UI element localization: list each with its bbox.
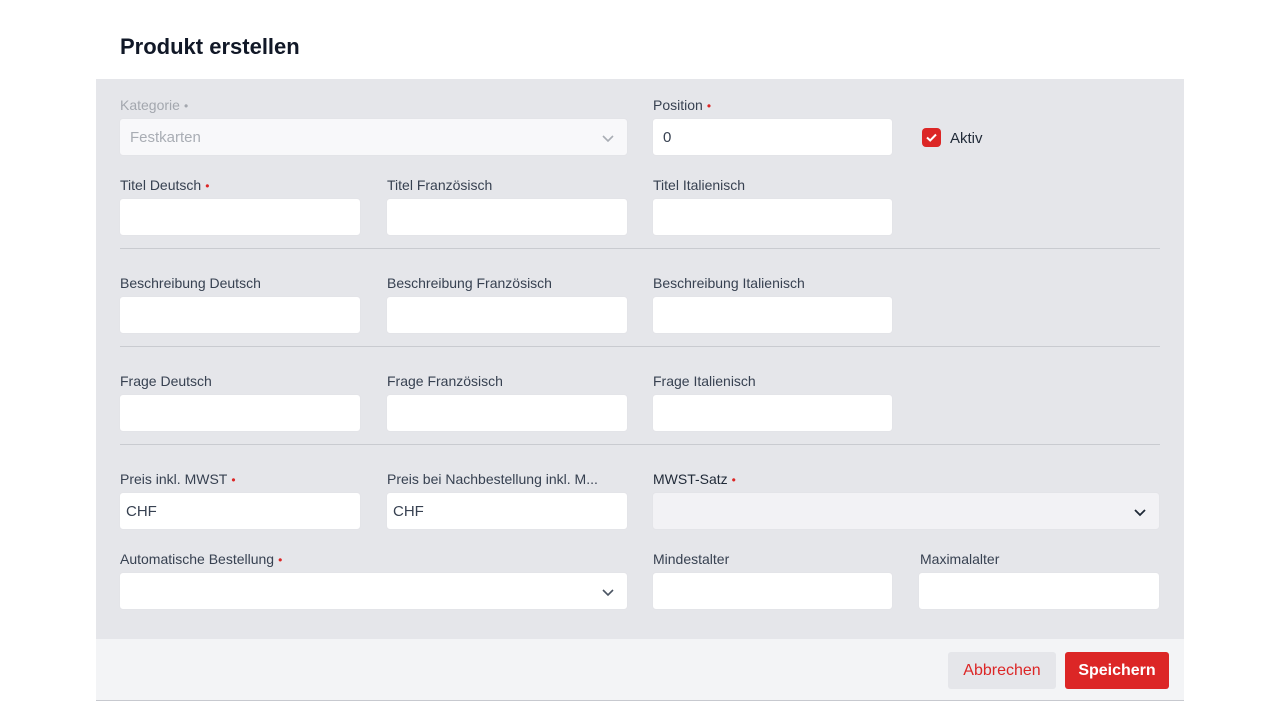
aktiv-label: Aktiv: [950, 130, 983, 147]
mindestalter-label: Mindestalter: [653, 551, 730, 567]
automatische-bestellung-label-text: Automatische Bestellung: [120, 551, 275, 567]
required-marker: •: [231, 473, 236, 487]
mwst-satz-label-text: MWST-Satz: [653, 471, 728, 487]
section-divider: [120, 346, 1160, 347]
frage-it-label: Frage Italienisch: [653, 373, 756, 389]
titel-de-label-text: Titel Deutsch: [120, 177, 202, 193]
chevron-down-icon: [601, 131, 615, 145]
preis-nachbestellung-currency: CHF: [393, 502, 424, 520]
required-marker: •: [183, 99, 189, 113]
titel-it-input[interactable]: [652, 198, 893, 236]
titel-it-label: Titel Italienisch: [653, 177, 746, 193]
preis-nachbestellung-input[interactable]: CHF: [386, 492, 628, 530]
maximalalter-input[interactable]: [918, 572, 1160, 610]
dialog-title: Produkt erstellen: [120, 34, 300, 59]
preis-input[interactable]: CHF: [119, 492, 361, 530]
required-marker: •: [205, 179, 210, 193]
frage-de-input[interactable]: [119, 394, 361, 432]
check-icon: [926, 133, 937, 142]
section-divider: [120, 248, 1160, 249]
preis-label: Preis inkl. MWST •: [120, 471, 236, 487]
aktiv-checkbox[interactable]: [922, 128, 941, 147]
frage-fr-label: Frage Französisch: [387, 373, 503, 389]
frage-de-label: Frage Deutsch: [120, 373, 212, 389]
titel-de-input[interactable]: [119, 198, 361, 236]
preis-nachbestellung-label: Preis bei Nachbestellung inkl. M...: [387, 471, 598, 487]
required-marker: •: [278, 553, 283, 567]
kategorie-label-text: Kategorie: [120, 97, 180, 113]
position-label-text: Position: [653, 97, 703, 113]
kategorie-select[interactable]: Festkarten: [119, 118, 628, 156]
beschreibung-it-label: Beschreibung Italienisch: [653, 275, 805, 291]
cancel-button[interactable]: Abbrechen: [948, 652, 1056, 689]
position-value: 0: [663, 128, 672, 146]
mindestalter-input[interactable]: [652, 572, 893, 610]
beschreibung-de-label: Beschreibung Deutsch: [120, 275, 261, 291]
automatische-bestellung-label: Automatische Bestellung •: [120, 551, 282, 567]
beschreibung-fr-input[interactable]: [386, 296, 628, 334]
chevron-down-icon: [601, 585, 615, 599]
mwst-satz-label: MWST-Satz •: [653, 471, 736, 487]
maximalalter-label: Maximalalter: [920, 551, 1000, 567]
preis-currency: CHF: [126, 502, 157, 520]
kategorie-label: Kategorie •: [120, 97, 188, 113]
chevron-down-icon: [1133, 505, 1147, 519]
beschreibung-it-input[interactable]: [652, 296, 893, 334]
kategorie-value: Festkarten: [130, 128, 201, 146]
beschreibung-de-input[interactable]: [119, 296, 361, 334]
titel-fr-label: Titel Französisch: [387, 177, 493, 193]
position-input[interactable]: 0: [652, 118, 893, 156]
frage-fr-input[interactable]: [386, 394, 628, 432]
titel-fr-input[interactable]: [386, 198, 628, 236]
save-button[interactable]: Speichern: [1065, 652, 1169, 689]
titel-de-label: Titel Deutsch •: [120, 177, 209, 193]
position-label: Position •: [653, 97, 711, 113]
beschreibung-fr-label: Beschreibung Französisch: [387, 275, 552, 291]
section-divider: [120, 444, 1160, 445]
required-marker: •: [706, 99, 712, 113]
mwst-satz-select[interactable]: [652, 492, 1160, 530]
frage-it-input[interactable]: [652, 394, 893, 432]
required-marker: •: [731, 473, 736, 487]
automatische-bestellung-select[interactable]: [119, 572, 628, 610]
preis-label-text: Preis inkl. MWST: [120, 471, 228, 487]
